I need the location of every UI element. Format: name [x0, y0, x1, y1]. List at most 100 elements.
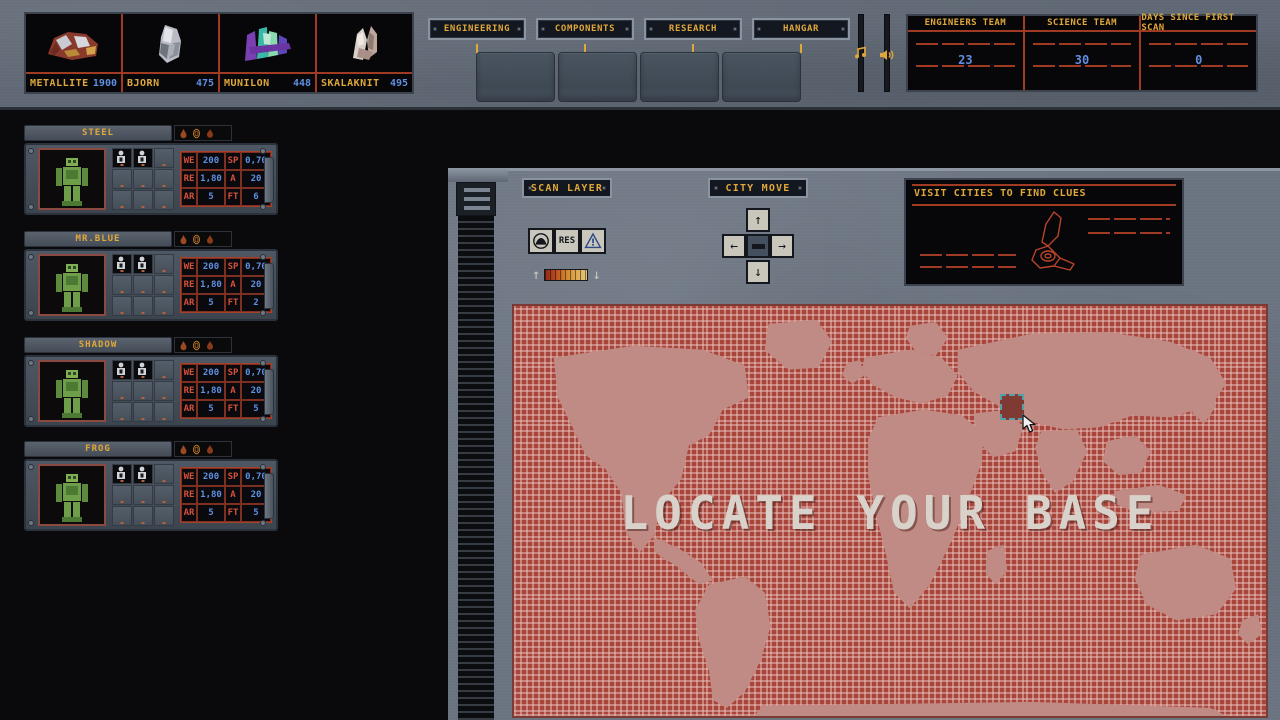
- stat-value-we: 200: [197, 152, 225, 170]
- equipment-slot[interactable]: [112, 360, 132, 380]
- fuel-drop-icon: [180, 128, 187, 138]
- equipment-slot[interactable]: [133, 190, 153, 210]
- equipment-slot[interactable]: [112, 296, 132, 316]
- rivet-icon: [260, 520, 266, 526]
- equipment-slot[interactable]: [112, 464, 132, 484]
- stat-value-re: 1,80: [197, 486, 225, 504]
- clue-placeholder-dash: [920, 266, 1016, 268]
- layer-up-arrow[interactable]: ↑: [532, 268, 540, 282]
- equipment-slot[interactable]: [133, 485, 153, 505]
- resource-value: 475: [195, 77, 214, 89]
- mech-name: STEEL: [81, 128, 115, 138]
- move-up-button[interactable]: ↑: [746, 208, 770, 232]
- empty-panel-slot[interactable]: [722, 52, 801, 102]
- clues-panel: VISIT CITIES TO FIND CLUES: [904, 178, 1184, 286]
- equipment-slot[interactable]: [112, 275, 132, 295]
- empty-panel-slot[interactable]: [476, 52, 555, 102]
- move-down-button[interactable]: ↓: [746, 260, 770, 284]
- mech-card-shadow[interactable]: SHADOW WE 200 SP 0,70 RE 1,80 A 20 AR 5 …: [24, 337, 278, 427]
- equipment-slot[interactable]: [133, 169, 153, 189]
- equipment-slot[interactable]: [133, 148, 153, 168]
- equipment-slot[interactable]: [112, 169, 132, 189]
- equipment-slot[interactable]: [154, 254, 174, 274]
- flame-icon: [207, 128, 213, 138]
- mouse-cursor-icon: [1022, 414, 1036, 433]
- tab-research[interactable]: RESEARCH: [644, 18, 742, 53]
- mech-resource-icons: [174, 337, 232, 353]
- tab-engineering[interactable]: ENGINEERING: [428, 18, 526, 53]
- world-map[interactable]: LOCATE YOUR BASE: [512, 304, 1268, 718]
- mech-card-frog[interactable]: FROG WE 200 SP 0,70 RE 1,80 A 20 AR 5 FT…: [24, 441, 278, 531]
- scan-res-button[interactable]: RES: [554, 228, 580, 254]
- resource-skalaknit[interactable]: SKALAKNIT 495: [317, 14, 412, 92]
- stat-key-sp: SP: [225, 468, 241, 486]
- mech-sprite-icon: [56, 474, 88, 522]
- resource-metallite[interactable]: METALLITE 1900: [26, 14, 123, 92]
- rail-cap: [448, 168, 508, 182]
- stat-value-ar: 5: [197, 400, 225, 418]
- move-center-button[interactable]: [746, 234, 770, 258]
- equipment-slot[interactable]: [133, 402, 153, 422]
- move-left-button[interactable]: ←: [722, 234, 746, 258]
- screw-icon: [528, 186, 532, 190]
- coil-icon: [193, 128, 200, 138]
- mech-expand-handle[interactable]: [264, 157, 274, 203]
- equipment-slot[interactable]: [112, 506, 132, 526]
- scan-hazard-button[interactable]: [580, 228, 606, 254]
- clue-placeholder-dash: [1088, 218, 1170, 220]
- equipment-slot[interactable]: [133, 506, 153, 526]
- stat-value-we: 200: [197, 364, 225, 382]
- rivet-icon: [260, 360, 266, 366]
- equipment-slot[interactable]: [154, 148, 174, 168]
- equipment-slot[interactable]: [154, 485, 174, 505]
- equipment-slot[interactable]: [154, 360, 174, 380]
- divider: [912, 204, 1176, 206]
- mech-expand-handle[interactable]: [264, 473, 274, 519]
- resource-bjorn[interactable]: BJORN 475: [123, 14, 220, 92]
- equipment-slot[interactable]: [112, 190, 132, 210]
- equipment-slot[interactable]: [112, 254, 132, 274]
- layer-depth-gauge[interactable]: [544, 269, 589, 281]
- stat-key-we: WE: [181, 152, 197, 170]
- equipment-slot[interactable]: [112, 402, 132, 422]
- map-selection-box[interactable]: [1000, 394, 1024, 420]
- equipment-slot[interactable]: [154, 275, 174, 295]
- mech-card-mrblue[interactable]: MR.BLUE WE 200 SP 0,70 RE 1,80 A 20 AR 5…: [24, 231, 278, 321]
- empty-panel-slot[interactable]: [640, 52, 719, 102]
- tab-hangar[interactable]: HANGAR: [752, 18, 850, 53]
- equipment-slot[interactable]: [154, 169, 174, 189]
- equipment-slot[interactable]: [154, 296, 174, 316]
- equipment-slot[interactable]: [154, 402, 174, 422]
- equipment-slot[interactable]: [133, 296, 153, 316]
- layer-down-arrow[interactable]: ↓: [592, 268, 600, 282]
- stat-key-a: A: [225, 382, 241, 400]
- empty-panel-slot[interactable]: [558, 52, 637, 102]
- scan-radar-button[interactable]: [528, 228, 554, 254]
- stat-key-re: RE: [181, 276, 197, 294]
- mech-expand-handle[interactable]: [264, 263, 274, 309]
- resource-munilon[interactable]: MUNILON 448: [220, 14, 317, 92]
- equipment-slot[interactable]: [154, 464, 174, 484]
- radar-icon: [533, 233, 549, 249]
- equipment-slot[interactable]: [133, 360, 153, 380]
- equipment-slot[interactable]: [112, 148, 132, 168]
- equipment-slot[interactable]: [112, 485, 132, 505]
- equipment-slot[interactable]: [133, 254, 153, 274]
- scan-layer-buttons: RES: [528, 228, 606, 254]
- bjorn-ore-icon: [123, 14, 218, 72]
- equipment-slot[interactable]: [133, 381, 153, 401]
- equipment-slot[interactable]: [154, 506, 174, 526]
- equipment-slot[interactable]: [154, 190, 174, 210]
- mech-portrait: [38, 148, 106, 210]
- tab-components[interactable]: COMPONENTS: [536, 18, 634, 53]
- equipment-slot[interactable]: [133, 464, 153, 484]
- mech-card-steel[interactable]: STEEL WE 200 SP 0,70 RE 1,80 A 20 AR 5 F…: [24, 125, 278, 215]
- equipment-slot[interactable]: [133, 275, 153, 295]
- mech-resource-icons: [174, 441, 232, 457]
- pilot-icon: [138, 362, 146, 375]
- mech-expand-handle[interactable]: [264, 369, 274, 415]
- equipment-slot[interactable]: [154, 381, 174, 401]
- stat-label: SCIENCE TEAM: [1047, 18, 1117, 28]
- move-right-button[interactable]: →: [770, 234, 794, 258]
- equipment-slot[interactable]: [112, 381, 132, 401]
